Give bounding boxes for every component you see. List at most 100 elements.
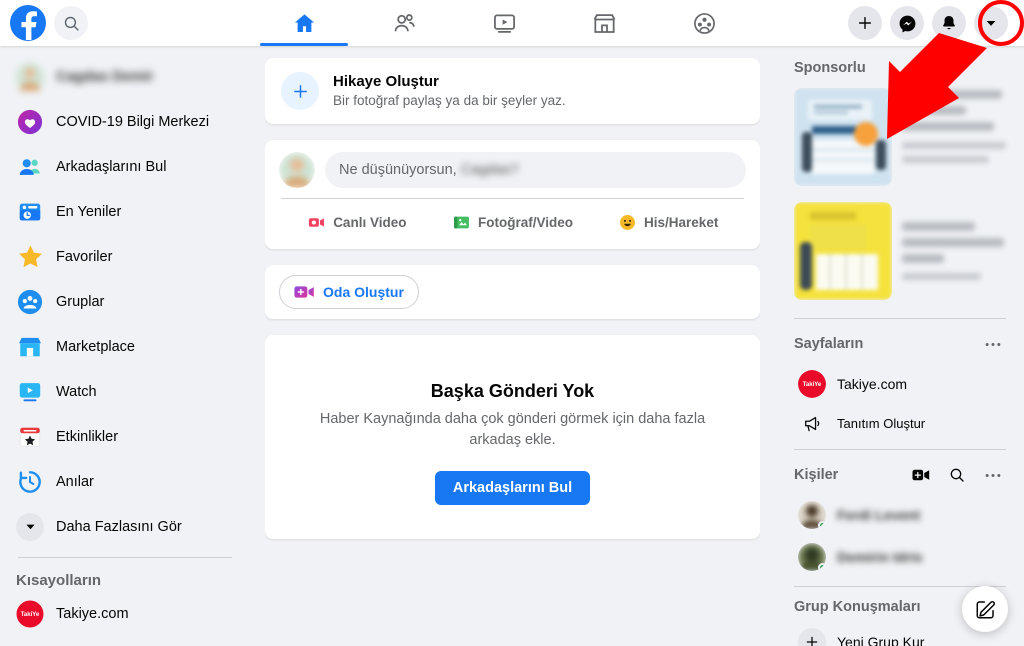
chevron-down-icon [16,512,44,541]
sidebar-item-label: COVID-19 Bilgi Merkezi [56,113,210,130]
sidebar-item-see-more[interactable]: Daha Fazlasını Gör [8,504,242,549]
news-feed-column: Hikaye Oluştur Bir fotoğraf paylaş ya da… [265,46,760,646]
active-tab-indicator [260,43,348,46]
avatar[interactable] [279,152,315,188]
sidebar-item-label: Watch [56,383,97,400]
account-menu-button[interactable] [974,6,1008,40]
pages-title: Sayfaların [794,336,864,352]
composer-placeholder-prefix: Ne düşünüyorsun, [339,162,457,178]
contacts-options-button[interactable] [980,462,1006,488]
home-icon [294,13,314,32]
star-icon [16,243,44,271]
covid-heart-icon [16,108,44,136]
contact-name: Demirin Idris [837,549,923,565]
find-friends-icon [16,153,44,181]
nav-tab-marketplace[interactable] [554,0,654,46]
video-plus-icon [912,469,930,481]
nav-tab-home[interactable] [254,0,354,46]
sidebar-item-covid[interactable]: COVID-19 Bilgi Merkezi [8,99,242,144]
live-video-button[interactable]: Canlı Video [279,205,435,239]
sidebar-item-label: Daha Fazlasını Gör [56,518,182,535]
sidebar-item-label: Arkadaşlarını Bul [56,158,167,175]
empty-feed-title: Başka Gönderi Yok [430,381,595,401]
create-story-subtitle: Bir fotoğraf paylaş ya da bir şeyler yaz… [333,93,566,108]
create-room-card: Oda Oluştur [265,265,760,319]
ad-url-line [902,273,982,280]
ad-thumbnail [794,202,892,300]
pages-header: Sayfaların [792,327,1008,363]
online-indicator [818,563,826,571]
sidebar-profile[interactable]: Cagdas Demir [8,54,242,99]
create-button[interactable] [848,6,882,40]
ellipsis-icon [985,342,1001,346]
live-video-icon [309,217,325,227]
post-composer-card: Ne düşünüyorsun, Cagdas? Canlı Video Fot… [265,140,760,249]
nav-tab-friends[interactable] [354,0,454,46]
sidebar-profile-name: Cagdas Demir [56,68,154,85]
nav-tab-groups[interactable] [654,0,754,46]
page-item-takiye[interactable]: TakiYe Takiye.com [792,363,1008,405]
shortcuts-title: Kısayolların [16,572,102,589]
sidebar-divider [18,557,232,558]
sponsored-ad-2[interactable] [792,196,1008,310]
sidebar-item-watch[interactable]: Watch [8,369,242,414]
create-promotion-label: Tanıtım Oluştur [837,415,926,431]
create-room-button[interactable]: Oda Oluştur [279,275,419,309]
ad-title-line [902,90,1002,99]
sidebar-item-find-friends[interactable]: Arkadaşlarını Bul [8,144,242,189]
empty-feed-card: Başka Gönderi Yok Haber Kaynağında daha … [265,335,760,539]
nav-tab-watch[interactable] [454,0,554,46]
watch-icon [493,13,515,33]
feeling-activity-icon [620,214,635,230]
empty-feed-subtitle: Haber Kaynağında daha çok gönderi görmek… [319,411,706,448]
composer-actions: Canlı Video Fotoğraf/Video His/Hareket [279,199,746,243]
events-icon [16,423,44,451]
photo-video-icon [454,216,469,228]
new-message-fab[interactable] [962,586,1008,632]
facebook-page: Cagdas Demir COVID-19 Bilgi Merkezi Arka… [0,0,1024,646]
sponsored-ad-1[interactable] [792,82,1008,196]
shortcut-label: Takiye.com [56,605,129,622]
sidebar-item-marketplace[interactable]: Marketplace [8,324,242,369]
sidebar-item-label: Favoriler [56,248,113,265]
messenger-button[interactable] [890,6,924,40]
left-sidebar: Cagdas Demir COVID-19 Bilgi Merkezi Arka… [0,46,250,646]
ad-body-line [902,142,1006,149]
sidebar-shortcut-takiye[interactable]: TakiYe Takiye.com [8,591,242,636]
sidebar-item-favorites[interactable]: Favoriler [8,234,242,279]
create-story-card[interactable]: Hikaye Oluştur Bir fotoğraf paylaş ya da… [265,58,760,124]
search-contacts-button[interactable] [944,462,970,488]
contact-item[interactable]: Demirin Idris [792,536,1008,578]
create-promotion-row[interactable]: Tanıtım Oluştur [792,405,1008,441]
header-nav-tabs [250,0,848,46]
svg-text:TakiYe: TakiYe [803,382,822,388]
pages-options-button[interactable] [980,331,1006,357]
search-button[interactable] [54,6,88,40]
notifications-button[interactable] [932,6,966,40]
composer-input[interactable]: Ne düşünüyorsun, Cagdas? [325,152,746,188]
sidebar-item-groups[interactable]: Gruplar [8,279,242,324]
find-friends-button[interactable]: Arkadaşlarını Bul [434,471,591,505]
sidebar-item-events[interactable]: Etkinlikler [8,414,242,459]
contacts-actions [908,462,1006,488]
photo-video-button[interactable]: Fotoğraf/Video [435,205,591,239]
feeling-activity-button[interactable]: His/Hareket [590,205,746,239]
sidebar-item-most-recent[interactable]: En Yeniler [8,189,242,234]
plus-icon [281,72,319,110]
marketplace-icon [593,13,615,33]
contact-item[interactable]: Ferdi Levent [792,494,1008,536]
avatar [798,543,826,571]
contact-name: Ferdi Levent [837,507,921,523]
create-room-label: Oda Oluştur [323,284,404,300]
sidebar-item-memories[interactable]: Anılar [8,459,242,504]
marketplace-icon [16,333,44,361]
new-video-room-button[interactable] [908,462,934,488]
search-icon [64,16,79,31]
memories-icon [16,468,44,496]
page-item-label: Takiye.com [837,376,908,392]
right-divider [794,318,1006,319]
facebook-logo[interactable] [10,5,46,41]
sponsored-header: Sponsorlu [792,56,1008,82]
top-navigation-bar [0,0,1024,46]
create-story-text: Hikaye Oluştur Bir fotoğraf paylaş ya da… [333,72,566,110]
